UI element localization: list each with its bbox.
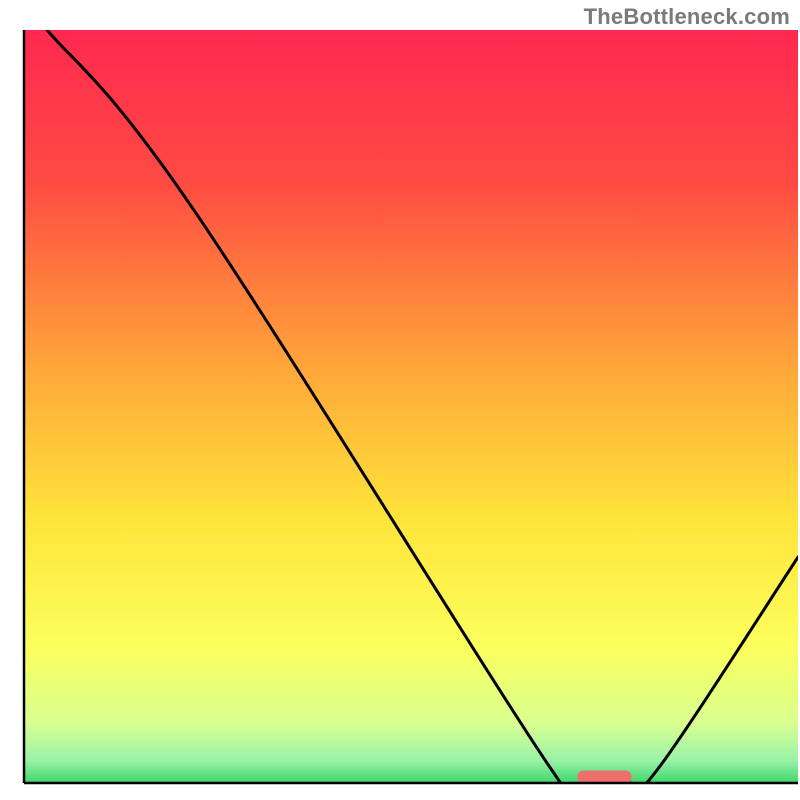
optimal-range-marker [577, 771, 631, 784]
chart-stage: TheBottleneck.com [0, 0, 800, 800]
bottleneck-plot [0, 0, 800, 800]
gradient-background [24, 30, 798, 783]
